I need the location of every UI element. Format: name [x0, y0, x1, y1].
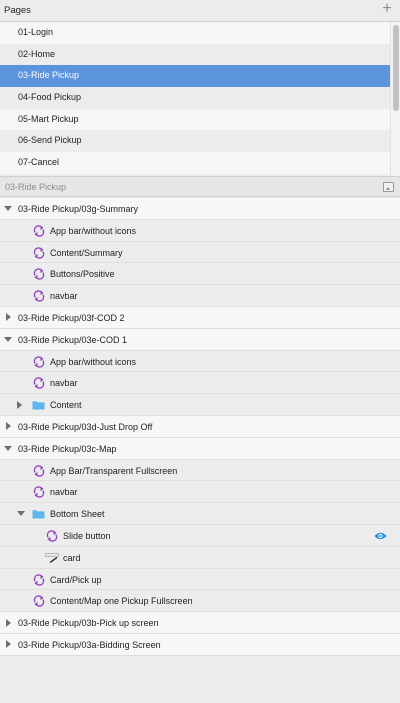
page-item[interactable]: 02-Home	[0, 43, 390, 66]
layer-row[interactable]: Content/Map one Pickup Fullscreen	[0, 590, 400, 613]
layer-row[interactable]: navbar	[0, 481, 400, 504]
artboard-row[interactable]: 03-Ride Pickup/03e-COD 1	[0, 328, 400, 351]
artboard-row[interactable]: 03-Ride Pickup/03g-Summary	[0, 198, 400, 220]
page-item[interactable]: 01-Login	[0, 22, 390, 44]
disclosure-collapsed-icon[interactable]	[6, 313, 11, 322]
layer-label: 03-Ride Pickup/03c-Map	[18, 443, 117, 454]
layer-label: 03-Ride Pickup/03d-Just Drop Off	[18, 421, 153, 432]
artboard-row[interactable]: 03-Ride Pickup/03b-Pick up screen	[0, 612, 400, 634]
layer-row[interactable]: Card/Pick up	[0, 568, 400, 591]
layers-list: 03-Ride Pickup/03g-Summary App bar/withou…	[0, 198, 400, 656]
layer-label: 03-Ride Pickup/03b-Pick up screen	[18, 618, 159, 629]
symbol-icon	[32, 224, 46, 238]
layer-label: navbar	[50, 487, 78, 498]
layer-row[interactable]: card	[0, 546, 400, 569]
group-row[interactable]: Content	[0, 394, 400, 416]
symbol-icon	[32, 485, 46, 499]
layer-row[interactable]: App bar/without icons	[0, 350, 400, 373]
layer-label: navbar	[50, 291, 78, 302]
layer-label: Bottom Sheet	[50, 509, 105, 520]
layer-label: Content/Map one Pickup Fullscreen	[50, 596, 193, 607]
folder-icon	[32, 400, 45, 410]
page-item[interactable]: 06-Send Pickup	[0, 130, 390, 153]
eye-icon[interactable]	[374, 531, 387, 541]
disclosure-expanded-icon[interactable]	[4, 336, 12, 342]
layer-label: App Bar/Transparent Fullscreen	[50, 465, 178, 476]
layer-label: Buttons/Positive	[50, 269, 115, 280]
plus-icon[interactable]: +	[380, 1, 394, 17]
layer-label: 03-Ride Pickup/03f-COD 2	[18, 312, 125, 323]
layer-row[interactable]: Buttons/Positive	[0, 263, 400, 286]
page-item[interactable]: 05-Mart Pickup	[0, 108, 390, 131]
artboard-row[interactable]: 03-Ride Pickup/03f-COD 2	[0, 306, 400, 329]
layers-empty-area	[0, 656, 400, 703]
symbol-icon	[32, 376, 46, 390]
symbol-icon	[32, 464, 46, 478]
layer-label: App bar/without icons	[50, 225, 137, 236]
shape-icon	[45, 552, 59, 563]
symbol-icon	[32, 267, 46, 281]
layer-label: navbar	[50, 378, 78, 389]
disclosure-collapsed-icon[interactable]	[6, 618, 11, 627]
layer-label: 03-Ride Pickup/03e-COD 1	[18, 334, 128, 345]
artboard-row[interactable]: 03-Ride Pickup/03d-Just Drop Off	[0, 415, 400, 438]
group-row[interactable]: Bottom Sheet	[0, 503, 400, 525]
layer-row[interactable]: Slide button	[0, 524, 400, 547]
layer-label: Content/Summary	[50, 247, 123, 258]
layers-panel-header: 03-Ride Pickup	[0, 176, 400, 197]
layer-row[interactable]: navbar	[0, 372, 400, 395]
disclosure-collapsed-icon[interactable]	[17, 400, 22, 409]
disclosure-expanded-icon[interactable]	[4, 206, 12, 211]
page-item[interactable]: 07-Cancel	[0, 152, 390, 174]
layer-row[interactable]: App Bar/Transparent Fullscreen	[0, 459, 400, 482]
layer-row[interactable]: navbar	[0, 285, 400, 307]
symbol-icon	[45, 529, 59, 543]
disclosure-expanded-icon[interactable]	[17, 511, 25, 517]
pages-title: Pages	[4, 5, 31, 16]
symbol-icon	[32, 594, 46, 608]
page-item[interactable]: 04-Food Pickup	[0, 87, 390, 109]
current-page-title: 03-Ride Pickup	[5, 182, 67, 192]
symbol-icon	[32, 289, 46, 303]
layer-label: Content	[50, 400, 82, 411]
disclosure-collapsed-icon[interactable]	[6, 640, 11, 649]
pages-list: 01-Login 02-Home 03-Ride Pickup 04-Food Pic…	[0, 22, 390, 176]
layer-label: 03-Ride Pickup/03g-Summary	[18, 204, 139, 214]
page-item[interactable]: 03-Ride Pickup	[0, 65, 390, 88]
collapse-all-icon[interactable]	[383, 182, 394, 192]
disclosure-collapsed-icon[interactable]	[6, 422, 11, 431]
pages-scrollbar-thumb[interactable]	[393, 25, 399, 111]
symbol-icon	[32, 355, 46, 369]
layer-row[interactable]: Content/Summary	[0, 241, 400, 264]
layer-label: Slide button	[63, 530, 111, 541]
artboard-row[interactable]: 03-Ride Pickup/03c-Map	[0, 437, 400, 460]
disclosure-expanded-icon[interactable]	[4, 445, 12, 451]
pages-scrollbar[interactable]	[390, 22, 400, 176]
layer-label: App bar/without icons	[50, 356, 137, 367]
symbol-icon	[32, 246, 46, 260]
artboard-row[interactable]: 03-Ride Pickup/03a-Bidding Screen	[0, 633, 400, 656]
layer-label: 03-Ride Pickup/03a-Bidding Screen	[18, 639, 161, 650]
symbol-icon	[32, 573, 46, 587]
layer-row[interactable]: App bar/without icons	[0, 219, 400, 242]
folder-icon	[32, 509, 45, 519]
layer-label: Card/Pick up	[50, 574, 102, 585]
layer-label: card	[63, 552, 81, 563]
pages-panel-header: Pages +	[0, 0, 400, 22]
